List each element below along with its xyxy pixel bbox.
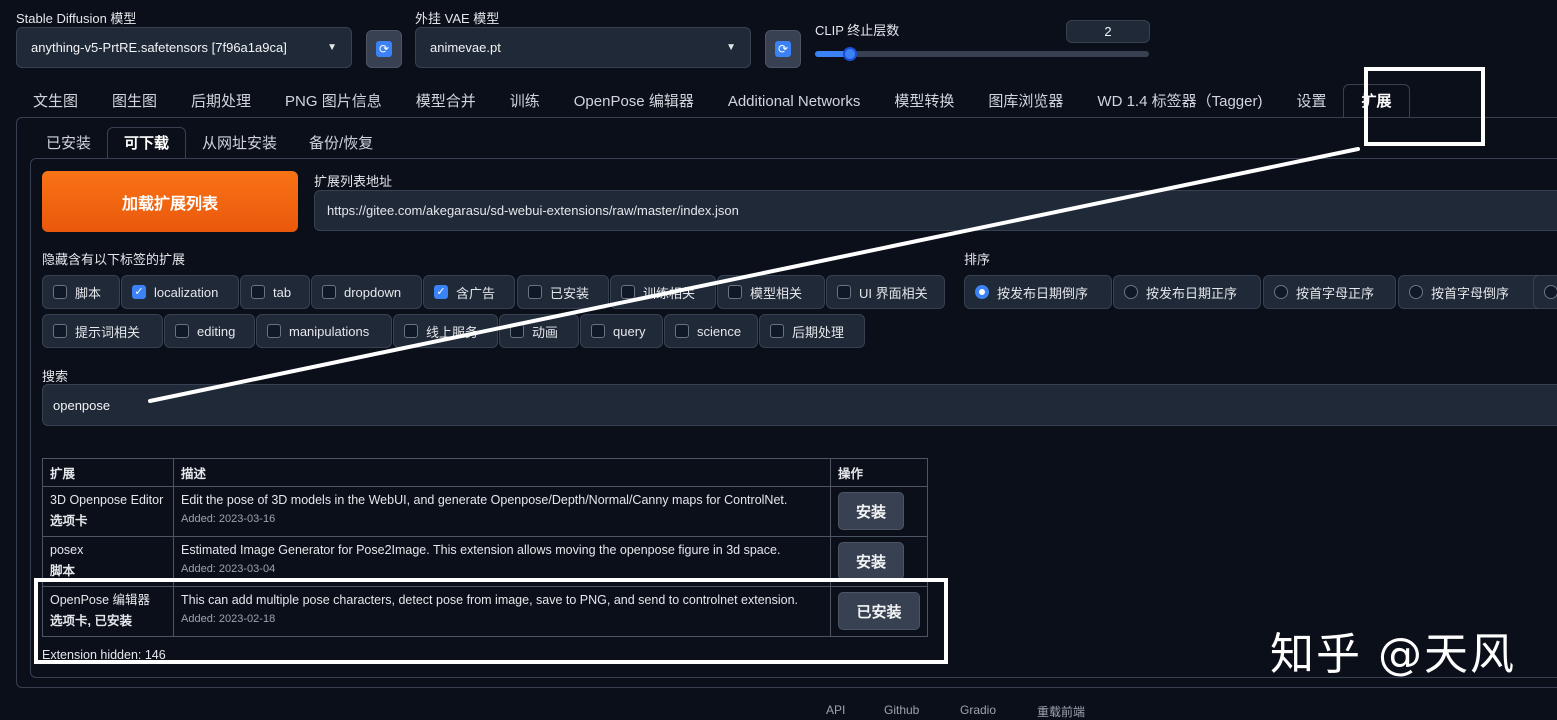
- footer-link-gradio[interactable]: Gradio: [960, 703, 996, 717]
- watermark-text: 知乎 @天风: [1270, 629, 1516, 680]
- footer-link-api[interactable]: API: [826, 703, 845, 717]
- annotation-arrow: [148, 147, 1360, 403]
- footer-link-github[interactable]: Github: [884, 703, 919, 717]
- annotation-line: [148, 147, 1360, 403]
